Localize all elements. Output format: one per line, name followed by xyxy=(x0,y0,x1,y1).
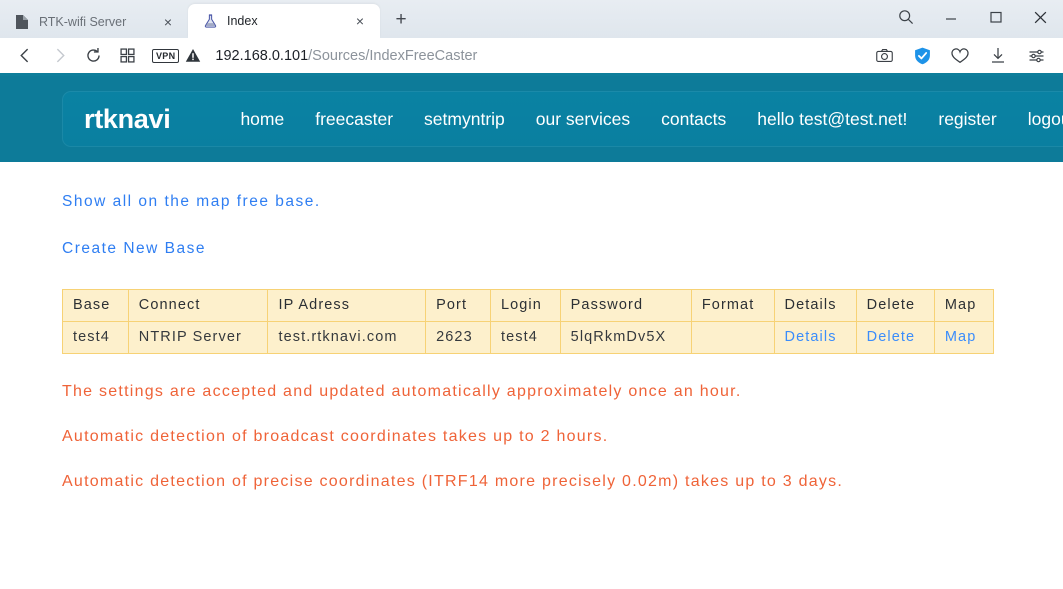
address-bar[interactable]: 192.168.0.101/Sources/IndexFreeCaster xyxy=(215,48,865,64)
vpn-badge[interactable]: VPN xyxy=(152,48,180,63)
cell-login: test4 xyxy=(489,321,561,354)
nav-item-contacts[interactable]: contacts xyxy=(661,109,726,130)
bases-table-body: test4 NTRIP Server test.rtknavi.com 2623… xyxy=(62,321,995,354)
cell-ip: test.rtknavi.com xyxy=(267,321,427,354)
show-all-row: Show all on the map free base. xyxy=(62,162,1001,211)
nav-links: home freecaster setmyntrip our services … xyxy=(240,109,1063,130)
reload-icon[interactable] xyxy=(76,41,110,71)
browser-toolbar: VPN 192.168.0.101/Sources/IndexFreeCaste… xyxy=(0,38,1063,76)
bases-table-head: Base Connect IP Adress Port Login Passwo… xyxy=(62,289,995,322)
flask-icon xyxy=(202,13,218,29)
notice-settings-update: The settings are accepted and updated au… xyxy=(62,383,742,400)
camera-icon[interactable] xyxy=(865,41,903,71)
browser-window: RTK-wifi Server × Index × + VPN 192.168.… xyxy=(0,0,1063,589)
close-icon[interactable] xyxy=(1018,0,1063,34)
new-tab-button[interactable]: + xyxy=(386,5,416,35)
nav-item-setmyntrip[interactable]: setmyntrip xyxy=(424,109,505,130)
window-controls xyxy=(883,0,1063,34)
notice-broadcast-coordinates: Automatic detection of broadcast coordin… xyxy=(62,428,609,446)
cell-connect: NTRIP Server xyxy=(127,321,269,354)
col-header-map: Map xyxy=(933,289,995,322)
col-header-port: Port xyxy=(425,289,491,322)
tab-close-icon[interactable]: × xyxy=(350,11,370,31)
browser-tab-index[interactable]: Index × xyxy=(188,4,380,38)
col-header-login: Login xyxy=(489,289,561,322)
tab-close-icon[interactable]: × xyxy=(158,12,178,32)
create-new-base-link[interactable]: Create New Base xyxy=(62,240,206,258)
page-icon xyxy=(14,14,30,30)
download-icon[interactable] xyxy=(979,41,1017,71)
col-header-ip: IP Adress xyxy=(267,289,427,322)
maximize-icon[interactable] xyxy=(973,0,1018,34)
url-path: /Sources/IndexFreeCaster xyxy=(308,47,478,64)
shield-check-icon[interactable] xyxy=(903,41,941,71)
cell-details: Details xyxy=(773,321,857,354)
nav-item-register[interactable]: register xyxy=(938,109,996,130)
col-header-password: Password xyxy=(559,289,692,322)
cell-base: test4 xyxy=(62,321,129,354)
browser-titlebar: RTK-wifi Server × Index × + xyxy=(0,0,1063,38)
delete-link[interactable]: Delete xyxy=(867,329,916,345)
cell-password: 5lqRkmDv5X xyxy=(559,321,692,354)
tab-title: Index xyxy=(227,14,258,28)
grid-icon[interactable] xyxy=(110,41,144,71)
map-link[interactable]: Map xyxy=(945,329,977,345)
nav-item-user-greeting[interactable]: hello test@test.net! xyxy=(757,109,907,130)
col-header-details: Details xyxy=(773,289,857,322)
main-content: Show all on the map free base. Create Ne… xyxy=(0,162,1063,494)
url-host: 192.168.0.101 xyxy=(215,47,309,64)
site-header: rtknavi home freecaster setmyntrip our s… xyxy=(0,76,1063,162)
site-navbar: rtknavi home freecaster setmyntrip our s… xyxy=(62,91,1063,147)
sliders-icon[interactable] xyxy=(1017,41,1055,71)
back-icon[interactable] xyxy=(8,41,42,71)
notice-precise-coordinates: Automatic detection of precise coordinat… xyxy=(62,473,844,491)
forward-icon[interactable] xyxy=(42,41,76,71)
nav-item-our-services[interactable]: our services xyxy=(536,109,630,130)
site-brand-logo[interactable]: rtknavi xyxy=(84,104,171,135)
nav-item-freecaster[interactable]: freecaster xyxy=(315,109,393,130)
show-all-on-map-link[interactable]: Show all on the map free base. xyxy=(62,193,321,211)
browser-tab-rtk-wifi-server[interactable]: RTK-wifi Server × xyxy=(0,6,188,38)
cell-format xyxy=(690,321,775,354)
col-header-delete: Delete xyxy=(855,289,935,322)
col-header-base: Base xyxy=(62,289,129,322)
toolbar-actions xyxy=(865,41,1055,71)
tab-strip: RTK-wifi Server × Index × + xyxy=(0,0,416,38)
table-header-row: Base Connect IP Adress Port Login Passwo… xyxy=(62,289,995,322)
page-content: rtknavi home freecaster setmyntrip our s… xyxy=(0,76,1063,589)
col-header-connect: Connect xyxy=(127,289,269,322)
nav-item-logout[interactable]: logout xyxy=(1028,109,1063,130)
col-header-format: Format xyxy=(690,289,775,322)
table-row: test4 NTRIP Server test.rtknavi.com 2623… xyxy=(62,321,995,354)
cell-delete: Delete xyxy=(855,321,935,354)
warning-icon xyxy=(185,48,201,63)
search-icon[interactable] xyxy=(883,0,928,34)
create-base-row: Create New Base xyxy=(62,211,1001,258)
nav-item-home[interactable]: home xyxy=(240,109,284,130)
details-link[interactable]: Details xyxy=(785,329,837,345)
tab-title: RTK-wifi Server xyxy=(39,15,127,29)
bases-table: Base Connect IP Adress Port Login Passwo… xyxy=(62,289,995,354)
minimize-icon[interactable] xyxy=(928,0,973,34)
cell-port: 2623 xyxy=(425,321,491,354)
heart-icon[interactable] xyxy=(941,41,979,71)
cell-map: Map xyxy=(933,321,995,354)
